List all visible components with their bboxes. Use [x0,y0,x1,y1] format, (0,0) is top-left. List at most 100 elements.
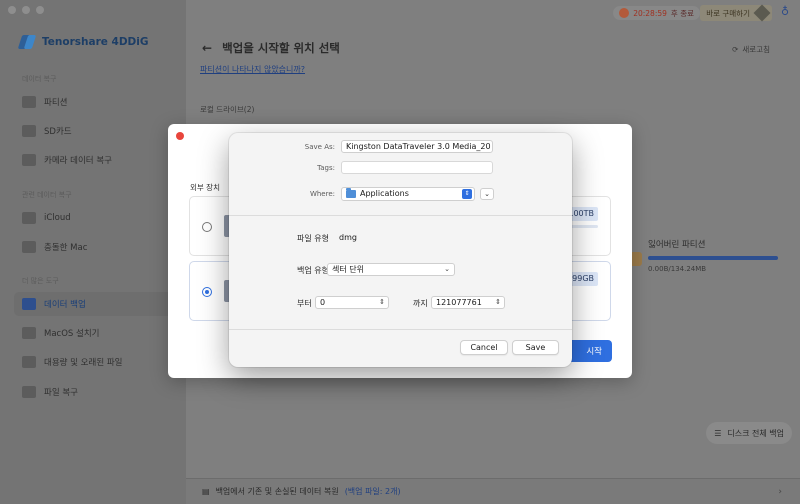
restore-text: 백업에서 기존 및 손실된 데이터 복원 [215,487,339,496]
sidebar-item-camera-recovery[interactable]: 카메라 데이터 복구 [14,148,174,172]
sidebar-item-file-repair[interactable]: 파일 복구 [14,380,174,404]
file-type-label: 파일 유형 [297,234,329,243]
sidebar-item-label: 데이터 백업 [44,300,86,310]
sidebar-item-sd-card[interactable]: SD카드 [14,119,174,143]
section-label-more-tools: 더 많은 도구 [22,277,59,285]
start-backup-label: 시작 [586,347,602,357]
sidebar-item-data-backup[interactable]: 데이터 백업 [14,292,174,316]
from-sector-input[interactable]: 0 ⇕ [315,296,389,309]
camera-icon [22,154,36,166]
tags-label: Tags: [317,164,335,172]
to-label: 까지 [413,299,428,308]
sidebar-item-macos-installer[interactable]: MacOS 설치기 [14,321,174,345]
minimize-window-icon[interactable] [22,6,30,14]
sidebar-item-label: 파일 복구 [44,388,78,398]
where-select[interactable]: Applications ⇕ [341,187,475,201]
timer-text: 후 종료 [670,8,694,18]
sidebar-item-label: 충돌한 Mac [44,243,88,253]
full-disk-backup-button[interactable]: ☰ 디스크 전체 백업 [706,422,792,444]
sidebar-item-partition[interactable]: 파티션 [14,90,174,114]
sd-card-icon [22,125,36,137]
from-value: 0 [320,298,326,307]
to-value: 121077761 [436,298,482,307]
sidebar-item-label: 카메라 데이터 복구 [44,156,112,166]
backup-type-value: 섹터 단위 [332,265,364,274]
section-label-data-recovery: 데이터 복구 [22,75,57,83]
where-value: Applications [360,189,409,198]
window-controls [8,6,44,14]
repair-icon [22,386,36,398]
local-drives-label: 로컬 드라이브(2) [200,105,255,114]
backup-icon [22,298,36,310]
sidebar-item-label: 대용량 및 오래된 파일 [44,358,123,368]
buy-now-label: 바로 구매하기 [706,8,750,18]
partition-missing-link[interactable]: 파티션이 나타나지 않았습니까? [200,64,305,75]
zoom-window-icon[interactable] [36,6,44,14]
section-label-related-recovery: 관련 데이터 복구 [22,191,72,199]
close-window-icon[interactable] [8,6,16,14]
to-sector-input[interactable]: 121077761 ⇕ [431,296,505,309]
logo-icon [17,34,37,50]
lost-partition-card[interactable]: 잃어버린 파티션 0.00B/134.24MB [648,238,778,273]
timer-value: 20:28:59 [633,8,667,18]
external-devices-label: 외부 장치 [190,183,220,192]
sidebar-item-label: SD카드 [44,127,72,137]
chevron-right-icon: › [778,486,782,497]
save-button[interactable]: Save [512,340,559,355]
app-name: Tenorshare 4DDiG [42,36,149,48]
lost-partition-usage-bar [648,256,778,260]
list-icon: ☰ [714,428,722,438]
chevron-updown-icon: ⇕ [462,189,472,199]
close-icon[interactable] [176,132,184,140]
divider [229,215,572,216]
divider [229,329,572,330]
backup-file-count: (백업 파일: 2개) [344,487,401,496]
device-radio-2[interactable] [202,287,212,297]
refresh-button[interactable]: ⟳ 새로고침 [732,44,770,55]
restore-icon: ▤ [202,487,210,496]
lost-partition-size: 0.00B/134.24MB [648,265,707,273]
buy-now-button[interactable]: 바로 구매하기 [700,4,772,22]
cloud-icon [22,212,36,224]
sidebar-item-icloud[interactable]: iCloud [14,206,174,230]
device-radio-1[interactable] [202,222,212,232]
file-icon [22,356,36,368]
trial-timer: 20:28:59 후 종료 [613,6,700,20]
installer-icon [22,327,36,339]
restore-from-backup-bar[interactable]: ▤ 백업에서 기존 및 손실된 데이터 복원 (백업 파일: 2개) › [186,478,800,504]
cancel-button[interactable]: Cancel [460,340,508,355]
chevron-down-icon: ⌄ [444,265,450,273]
save-dialog: Save As: Kingston DataTraveler 3.0 Media… [229,133,572,367]
backup-type-select[interactable]: 섹터 단위 ⌄ [327,263,455,276]
refresh-icon: ⟳ [732,45,739,54]
lost-partition-name: 잃어버린 파티션 [648,240,706,250]
expand-dialog-button[interactable]: ⌄ [480,188,494,200]
clock-icon [619,8,630,18]
full-disk-backup-label: 디스크 전체 백업 [727,428,784,438]
tags-field[interactable] [341,161,493,174]
back-arrow-icon[interactable]: ← [202,41,212,55]
file-type-value: dmg [339,233,357,242]
save-as-field[interactable]: Kingston DataTraveler 3.0 Media_20 [341,140,493,153]
where-label: Where: [309,190,335,198]
sidebar-item-label: 파티션 [44,98,68,108]
stepper-icon[interactable]: ⇕ [495,297,501,308]
sidebar-item-label: iCloud [44,213,71,223]
user-icon[interactable]: ♁ [778,5,792,19]
sidebar-item-large-old-files[interactable]: 대용량 및 오래된 파일 [14,350,174,374]
sidebar-item-crashed-mac[interactable]: 충돌한 Mac [14,235,174,259]
drive-icon [22,96,36,108]
sidebar: Tenorshare 4DDiG 데이터 복구 파티션 SD카드 카메라 데이터… [0,0,186,504]
save-as-label: Save As: [304,143,335,151]
folder-icon [346,188,356,198]
sidebar-item-label: MacOS 설치기 [44,329,100,339]
from-label: 부터 [297,299,312,308]
page-title: 백업을 시작할 위치 선택 [222,41,340,55]
stepper-icon[interactable]: ⇕ [379,297,385,308]
refresh-label: 새로고침 [742,45,770,54]
app-logo: Tenorshare 4DDiG [17,34,149,50]
backup-type-label: 백업 유형 [297,266,329,275]
mac-icon [22,241,36,253]
page-header: ← 백업을 시작할 위치 선택 [202,40,340,56]
diamond-icon [753,4,771,22]
